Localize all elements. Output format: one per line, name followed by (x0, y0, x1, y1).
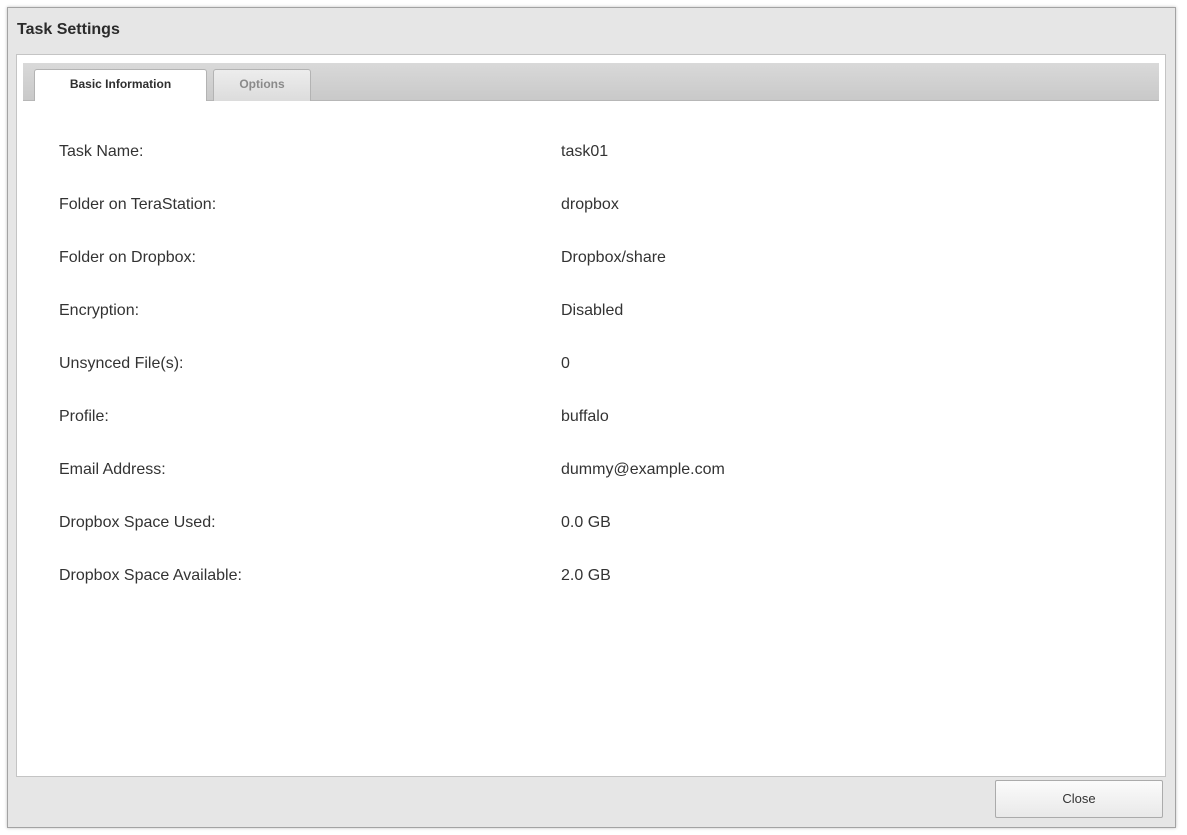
field-row-email-address: Email Address: dummy@example.com (23, 461, 1159, 487)
field-row-dropbox-space-available: Dropbox Space Available: 2.0 GB (23, 567, 1159, 593)
field-row-folder-on-terastation: Folder on TeraStation: dropbox (23, 196, 1159, 222)
field-row-folder-on-dropbox: Folder on Dropbox: Dropbox/share (23, 249, 1159, 275)
tab-options[interactable]: Options (213, 69, 311, 101)
basic-information-content: Task Name: task01 Folder on TeraStation:… (23, 101, 1159, 769)
field-label: Task Name: (59, 143, 144, 160)
field-value: 2.0 GB (561, 567, 611, 584)
field-value: Disabled (561, 302, 624, 319)
field-value: 0.0 GB (561, 514, 611, 531)
tab-strip: Basic Information Options (23, 63, 1159, 102)
field-value: 0 (561, 355, 570, 372)
field-label: Folder on TeraStation: (59, 196, 217, 213)
field-row-task-name: Task Name: task01 (23, 143, 1159, 169)
field-label: Email Address: (59, 461, 166, 478)
field-value: dummy@example.com (561, 461, 725, 478)
tab-panel: Basic Information Options Task Name: tas… (16, 54, 1166, 777)
field-row-dropbox-space-used: Dropbox Space Used: 0.0 GB (23, 514, 1159, 540)
field-value: task01 (561, 143, 609, 160)
field-label: Folder on Dropbox: (59, 249, 196, 266)
tab-basic-information[interactable]: Basic Information (34, 69, 207, 102)
field-value: dropbox (561, 196, 619, 213)
close-button[interactable]: Close (995, 780, 1163, 818)
dialog-title: Task Settings (17, 21, 120, 38)
field-label: Dropbox Space Available: (59, 567, 242, 584)
field-label: Dropbox Space Used: (59, 514, 216, 531)
field-value: buffalo (561, 408, 609, 425)
field-label: Encryption: (59, 302, 140, 319)
field-label: Profile: (59, 408, 109, 425)
field-row-profile: Profile: buffalo (23, 408, 1159, 434)
field-label: Unsynced File(s): (59, 355, 184, 372)
field-row-encryption: Encryption: Disabled (23, 302, 1159, 328)
field-row-unsynced-files: Unsynced File(s): 0 (23, 355, 1159, 381)
task-settings-dialog: Task Settings Basic Information Options … (7, 7, 1176, 828)
field-value: Dropbox/share (561, 249, 666, 266)
